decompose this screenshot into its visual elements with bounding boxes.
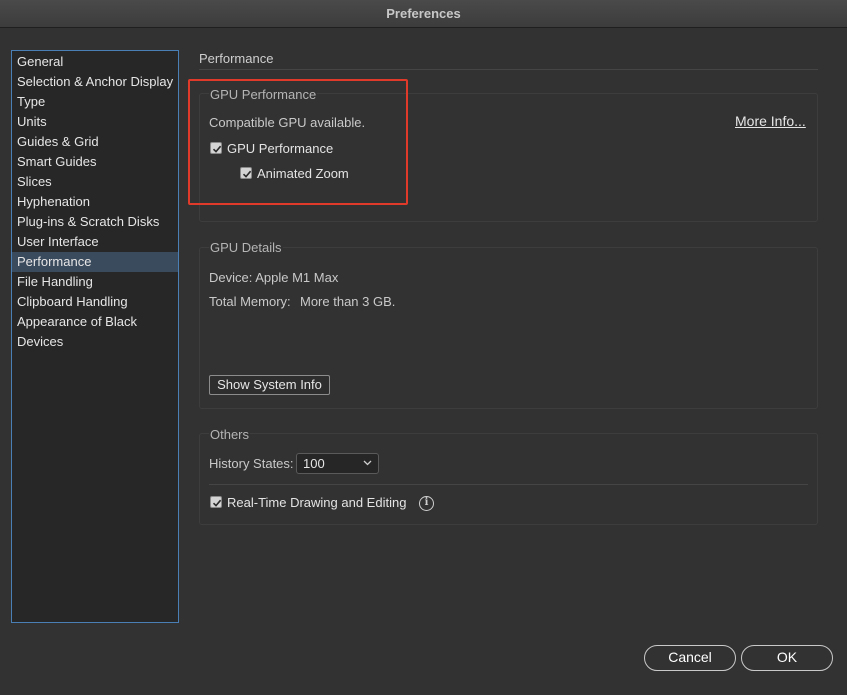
total-memory-value: More than 3 GB. [300, 294, 396, 309]
others-divider [209, 484, 808, 485]
history-states-value: 100 [303, 456, 325, 471]
show-system-info-button[interactable]: Show System Info [209, 375, 330, 395]
realtime-drawing-checkbox[interactable] [210, 496, 222, 508]
sidebar-item-general[interactable]: General [12, 52, 178, 72]
sidebar-item-slices[interactable]: Slices [12, 172, 178, 192]
total-memory-label: Total Memory: [209, 294, 291, 309]
sidebar-item-devices[interactable]: Devices [12, 332, 178, 352]
sidebar-item-selection-anchor-display[interactable]: Selection & Anchor Display [12, 72, 178, 92]
others-group-label: Others [209, 427, 251, 442]
preferences-sidebar: General Selection & Anchor Display Type … [11, 50, 179, 623]
sidebar-item-type[interactable]: Type [12, 92, 178, 112]
history-states-select[interactable]: 100 [296, 453, 379, 474]
history-states-label: History States: [209, 456, 294, 471]
sidebar-item-units[interactable]: Units [12, 112, 178, 132]
panel-title: Performance [199, 51, 274, 66]
sidebar-item-guides-grid[interactable]: Guides & Grid [12, 132, 178, 152]
sidebar-item-plugins-scratch-disks[interactable]: Plug-ins & Scratch Disks [12, 212, 178, 232]
chevron-down-icon [363, 460, 372, 466]
sidebar-item-smart-guides[interactable]: Smart Guides [12, 152, 178, 172]
checkmark-icon [212, 499, 222, 507]
sidebar-item-appearance-of-black[interactable]: Appearance of Black [12, 312, 178, 332]
sidebar-item-file-handling[interactable]: File Handling [12, 272, 178, 292]
ok-button[interactable]: OK [741, 645, 833, 671]
info-icon[interactable]: i [419, 496, 434, 511]
realtime-drawing-checkbox-label[interactable]: Real-Time Drawing and Editing [227, 495, 406, 510]
gpu-details-group-label: GPU Details [209, 240, 283, 255]
others-group [199, 433, 818, 525]
sidebar-item-clipboard-handling[interactable]: Clipboard Handling [12, 292, 178, 312]
window-title: Preferences [0, 0, 847, 28]
annotation-highlight-box [188, 79, 408, 205]
more-info-link[interactable]: More Info... [735, 113, 806, 129]
cancel-button[interactable]: Cancel [644, 645, 736, 671]
sidebar-item-performance[interactable]: Performance [12, 252, 178, 272]
device-name-text: Device: Apple M1 Max [209, 270, 339, 285]
sidebar-item-user-interface[interactable]: User Interface [12, 232, 178, 252]
panel-title-divider [199, 69, 818, 70]
sidebar-item-hyphenation[interactable]: Hyphenation [12, 192, 178, 212]
